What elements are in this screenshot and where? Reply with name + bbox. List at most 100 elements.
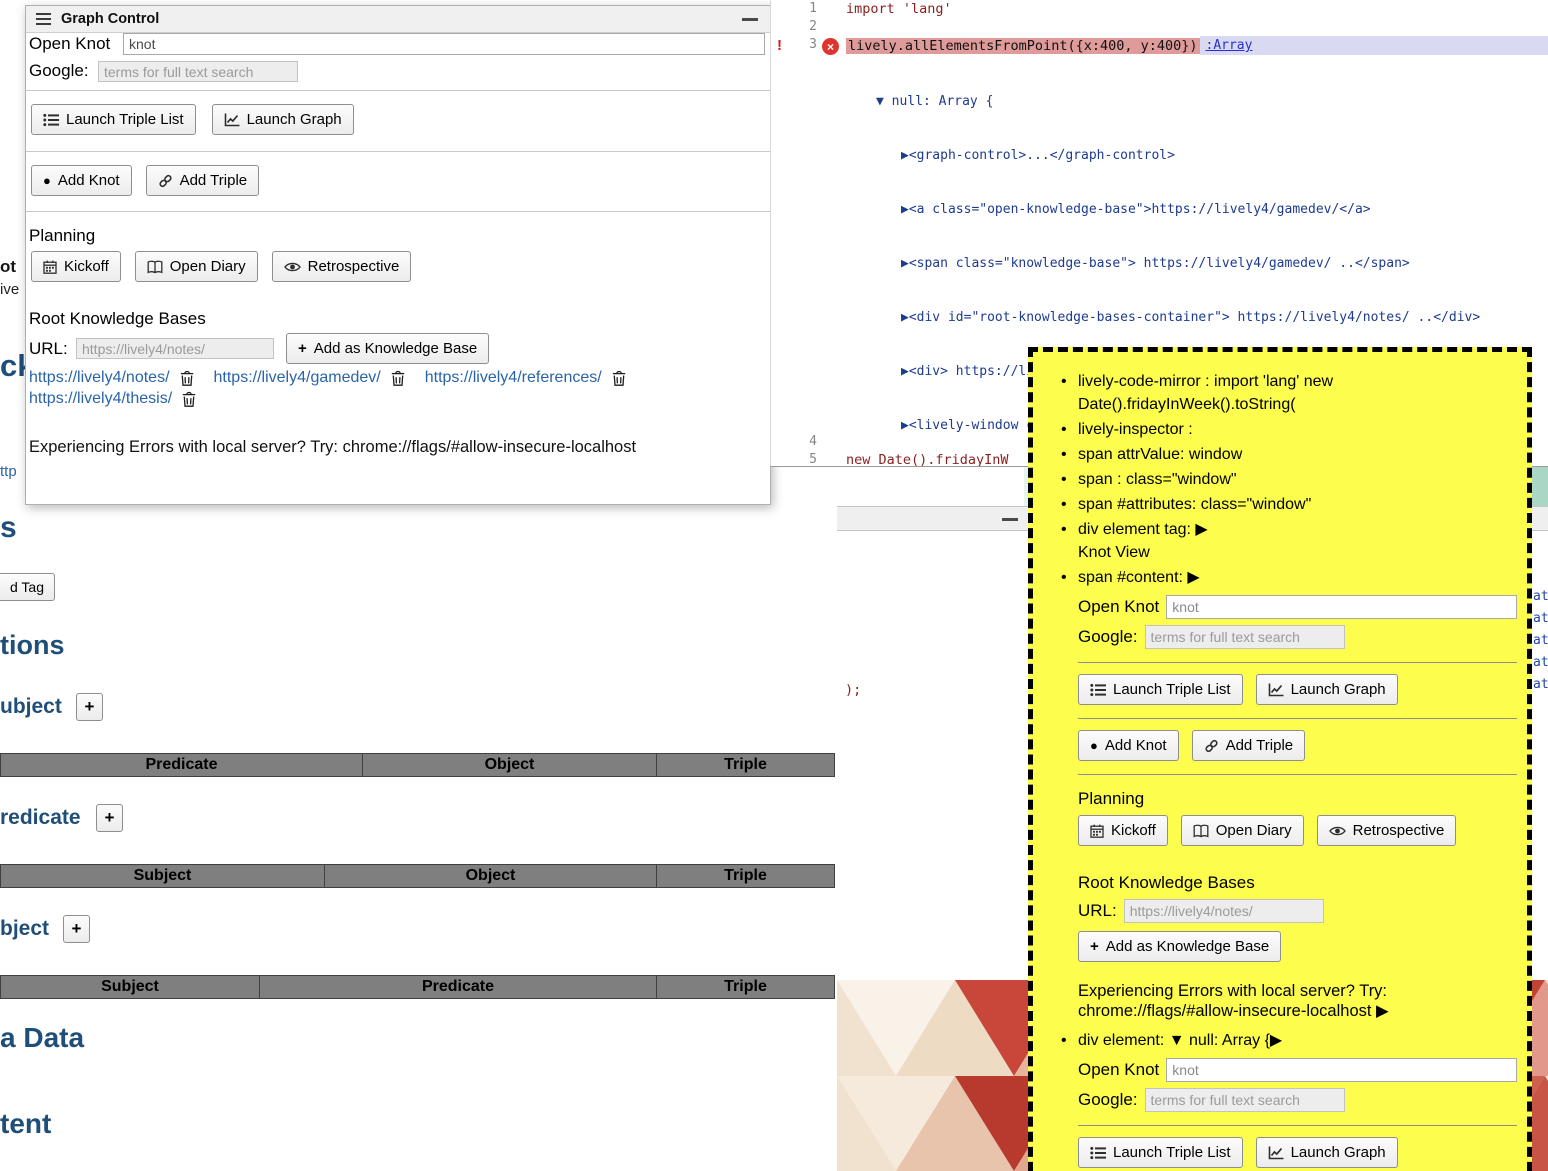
overlay-list-item: lively-inspector : — [1061, 418, 1517, 441]
launch-graph-button[interactable]: Launch Graph — [1256, 674, 1398, 705]
google-label: Google: — [1078, 627, 1138, 647]
calendar-icon — [43, 260, 57, 274]
launch-graph-button[interactable]: Launch Graph — [1256, 1137, 1398, 1168]
launch-button-row: Launch Triple List Launch Graph — [31, 104, 354, 135]
planning-button-row: Kickoff Open Diary Retrospective — [31, 251, 411, 282]
add-knowledge-base-button[interactable]: + Add as Knowledge Base — [286, 333, 489, 364]
divider — [1078, 718, 1517, 719]
lively4-desktop: ot ive ck ttp s d Tag tions ubject + Pre… — [0, 0, 1548, 1171]
google-search-input[interactable] — [1145, 1088, 1345, 1112]
kb-url-input[interactable] — [1124, 899, 1324, 923]
add-triple-button[interactable]: Add Triple — [1192, 730, 1306, 761]
open-knot-input[interactable] — [1166, 1058, 1517, 1082]
table-header-cell: Object — [362, 753, 657, 777]
kb-url-input[interactable] — [76, 338, 274, 359]
window-titlebar: Graph Control — [26, 6, 770, 33]
open-knot-input[interactable] — [123, 33, 765, 55]
text-fragment: at — [1533, 677, 1548, 692]
result-type-link[interactable]: :Array — [1206, 38, 1253, 53]
launch-triple-list-button[interactable]: Launch Triple List — [1078, 1137, 1243, 1168]
kickoff-button[interactable]: Kickoff — [1078, 815, 1168, 846]
button-label: Open Diary — [170, 258, 246, 275]
overlay-list-item: div element tag: ▶ — [1061, 518, 1517, 541]
local-server-hint: Experiencing Errors with local server? T… — [1078, 982, 1517, 1021]
open-knot-input[interactable] — [1166, 595, 1517, 619]
launch-graph-button[interactable]: Launch Graph — [212, 104, 354, 135]
kb-link[interactable]: https://lively4/thesis/ — [29, 390, 172, 408]
overlay-list-item: span attrValue: window — [1061, 443, 1517, 466]
retrospective-button[interactable]: Retrospective — [1317, 815, 1457, 846]
google-row: Google: — [1078, 625, 1517, 649]
line-number: 3 — [795, 37, 817, 52]
kb-link-item: https://lively4/gamedev/ — [214, 369, 405, 387]
kb-link[interactable]: https://lively4/notes/ — [29, 369, 170, 387]
inspector-node[interactable]: ▶<span class="knowledge-base"> https://l… — [846, 255, 1480, 273]
item-text: div element tag: ▶ — [1078, 518, 1208, 541]
meta-data-heading-fragment: a Data — [0, 1022, 84, 1054]
kb-link[interactable]: https://lively4/references/ — [425, 369, 602, 387]
link-icon — [158, 174, 173, 188]
divider — [1078, 774, 1517, 775]
divider — [1078, 1125, 1517, 1126]
inspector-node[interactable]: ▶<graph-control>...</graph-control> — [846, 147, 1480, 165]
divider — [26, 151, 770, 152]
open-knot-row: Open Knot — [1078, 595, 1517, 619]
inspector-node[interactable]: ▶<div id="root-knowledge-bases-container… — [846, 309, 1480, 327]
predicate-table-header: Subject Object Triple — [0, 864, 835, 888]
text-fragment: at — [1533, 589, 1548, 604]
kickoff-button[interactable]: Kickoff — [31, 251, 121, 282]
minimize-icon[interactable] — [1002, 518, 1018, 521]
google-search-input[interactable] — [98, 61, 298, 82]
overlay-list-item: lively-code-mirror : import 'lang' new D… — [1061, 370, 1517, 416]
add-object-button[interactable]: + — [63, 915, 90, 943]
local-server-hint: Experiencing Errors with local server? T… — [29, 438, 636, 457]
add-knot-button[interactable]: ● Add Knot — [31, 165, 132, 196]
line-chart-icon — [224, 113, 240, 127]
code-line-1: import 'lang' — [846, 1, 952, 17]
button-label: Launch Triple List — [66, 111, 184, 128]
add-knowledge-base-button[interactable]: + Add as Knowledge Base — [1078, 931, 1281, 962]
circle-icon: ● — [43, 173, 51, 188]
add-subject-button[interactable]: + — [76, 693, 103, 721]
add-button-row: ● Add Knot Add Triple — [31, 165, 259, 196]
inspector-root-node[interactable]: ▼ null: Array { — [846, 93, 1480, 111]
launch-triple-list-button[interactable]: Launch Triple List — [31, 104, 196, 135]
google-search-input[interactable] — [1145, 625, 1345, 649]
knowledge-base-links: https://lively4/notes/ https://lively4/g… — [29, 369, 766, 411]
add-knot-button[interactable]: ● Add Knot — [1078, 730, 1179, 761]
open-diary-button[interactable]: Open Diary — [1181, 815, 1304, 846]
list-icon — [1090, 683, 1106, 697]
line-chart-icon — [1268, 683, 1284, 697]
planning-label: Planning — [1078, 789, 1517, 809]
text-fragment: ot — [0, 257, 16, 277]
trash-icon[interactable] — [182, 391, 196, 407]
button-label: Add as Knowledge Base — [314, 340, 477, 357]
retrospective-button[interactable]: Retrospective — [272, 251, 412, 282]
inline-result-strip: :Array — [1200, 36, 1548, 55]
trash-icon[interactable] — [391, 370, 405, 386]
add-triple-button[interactable]: Add Triple — [146, 165, 260, 196]
launch-button-row: Launch Triple List Launch Graph — [1078, 674, 1517, 705]
minimize-icon[interactable] — [742, 18, 758, 21]
window-content: Open Knot Google: Launch Triple List Lau… — [26, 33, 770, 504]
trash-icon[interactable] — [612, 370, 626, 386]
divider — [1078, 662, 1517, 663]
table-header-cell: Predicate — [259, 975, 657, 999]
inspector-node[interactable]: ▶<a class="open-knowledge-base">https://… — [846, 201, 1480, 219]
open-diary-button[interactable]: Open Diary — [135, 251, 258, 282]
highlighted-expression: lively.allElementsFromPoint({x:400, y:40… — [846, 38, 1200, 54]
item-text: lively-inspector : — [1078, 418, 1193, 441]
add-tag-button[interactable]: d Tag — [0, 573, 55, 601]
trash-icon[interactable] — [180, 370, 194, 386]
embedded-graph-control: Open Knot Google: Launch Triple List Lau… — [1078, 595, 1517, 1021]
button-label: Launch Graph — [247, 111, 342, 128]
launch-triple-list-button[interactable]: Launch Triple List — [1078, 674, 1243, 705]
divider — [26, 211, 770, 212]
hamburger-icon[interactable] — [36, 13, 51, 26]
add-predicate-button[interactable]: + — [96, 804, 123, 832]
overlay-list-item: span : class="window" — [1061, 468, 1517, 491]
button-label: Add Knot — [1105, 737, 1167, 754]
divider — [26, 90, 770, 91]
kb-link[interactable]: https://lively4/gamedev/ — [214, 369, 381, 387]
error-badge-icon: × — [822, 38, 839, 55]
